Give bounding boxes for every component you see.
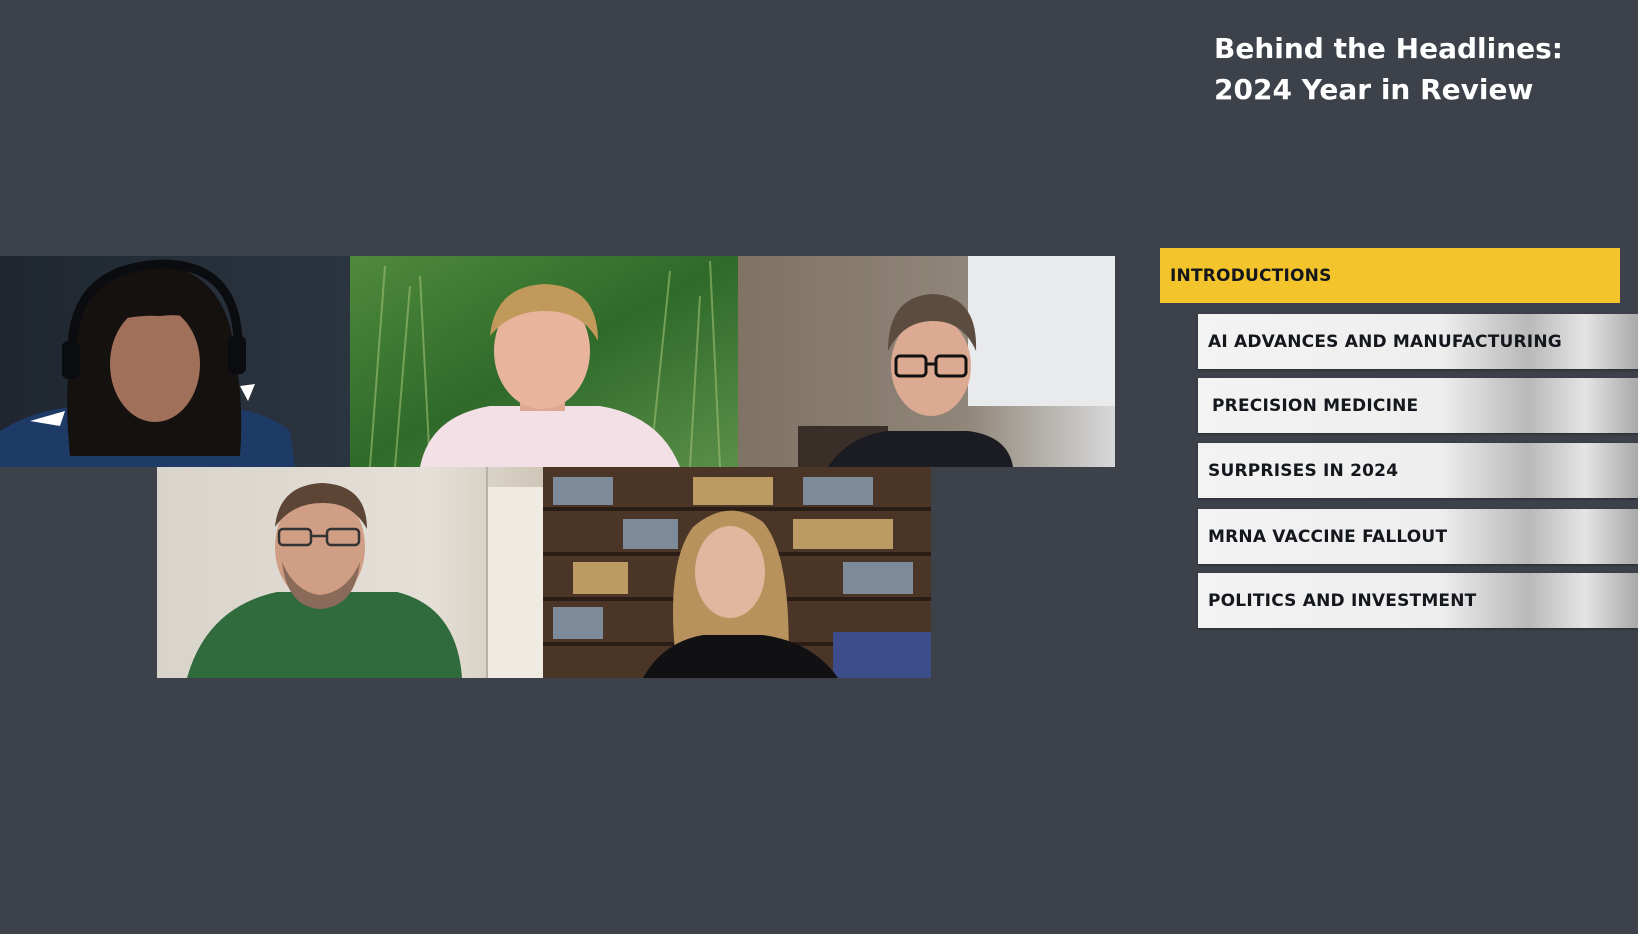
participant-video-2[interactable] bbox=[350, 256, 738, 467]
show-title-line-1: Behind the Headlines: bbox=[1214, 32, 1563, 65]
headset-speaker-video bbox=[0, 256, 350, 467]
agenda-item-surprises-2024[interactable]: SURPRISES IN 2024 bbox=[1198, 443, 1638, 498]
agenda-item-mrna-vaccine[interactable]: MRNA VACCINE FALLOUT bbox=[1198, 509, 1638, 564]
participant-video-3[interactable] bbox=[738, 256, 1115, 467]
agenda-item-label: AI ADVANCES AND MANUFACTURING bbox=[1208, 331, 1562, 352]
participant-video-5[interactable] bbox=[543, 467, 931, 678]
agenda-item-label: POLITICS AND INVESTMENT bbox=[1208, 590, 1477, 611]
agenda-item-ai-advances[interactable]: AI ADVANCES AND MANUFACTURING bbox=[1198, 314, 1638, 369]
agenda-item-label: MRNA VACCINE FALLOUT bbox=[1208, 526, 1448, 547]
agenda-item-label: SURPRISES IN 2024 bbox=[1208, 460, 1399, 481]
agenda-item-label: PRECISION MEDICINE bbox=[1212, 395, 1419, 416]
agenda-item-precision-medicine[interactable]: PRECISION MEDICINE bbox=[1198, 378, 1638, 433]
grass-background-video bbox=[350, 256, 738, 467]
glasses-speaker-video bbox=[738, 256, 1115, 467]
library-background-video bbox=[543, 467, 931, 678]
agenda-item-introductions[interactable]: INTRODUCTIONS bbox=[1160, 248, 1620, 303]
agenda-item-label: INTRODUCTIONS bbox=[1170, 265, 1332, 286]
participant-video-1[interactable] bbox=[0, 256, 350, 467]
agenda-item-politics-investment[interactable]: POLITICS AND INVESTMENT bbox=[1198, 573, 1638, 628]
show-title-line-2: 2024 Year in Review bbox=[1214, 73, 1534, 106]
green-polo-speaker-video bbox=[157, 467, 543, 678]
show-title: Behind the Headlines: 2024 Year in Revie… bbox=[1214, 28, 1563, 110]
participant-video-4[interactable] bbox=[157, 467, 543, 678]
video-call-stage: Behind the Headlines: 2024 Year in Revie… bbox=[0, 0, 1638, 934]
